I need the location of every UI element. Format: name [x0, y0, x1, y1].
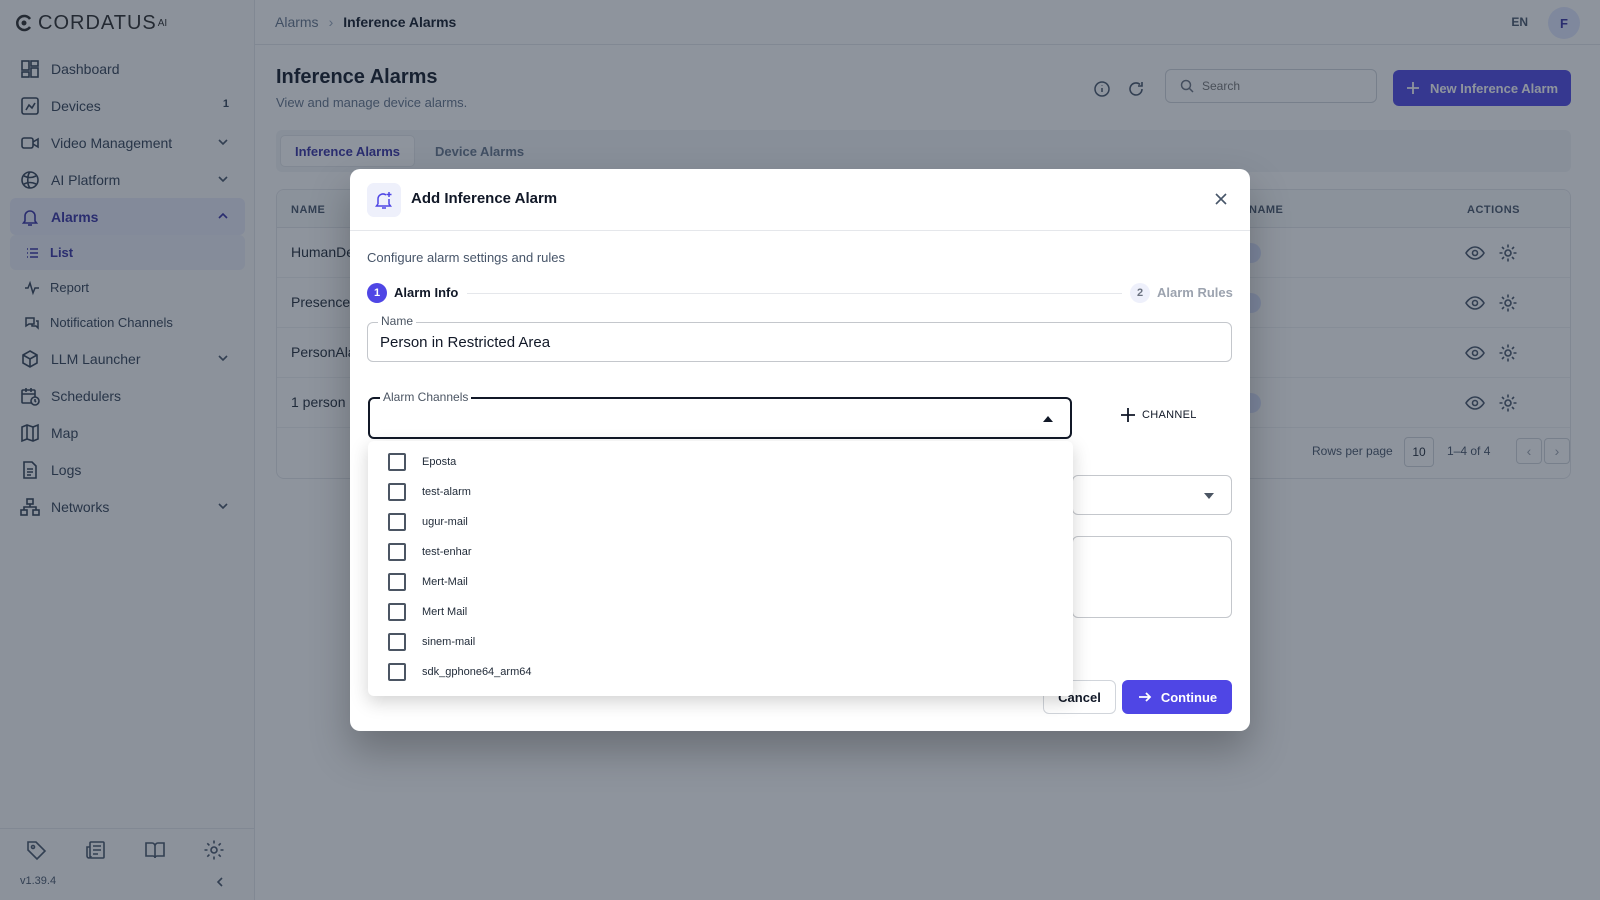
arrow-right-icon [1138, 692, 1152, 702]
channel-option[interactable]: ugur-mail [368, 507, 1073, 537]
channel-option[interactable]: Mert-Mail [368, 567, 1073, 597]
caret-up-icon [1043, 416, 1053, 422]
continue-label: Continue [1160, 689, 1218, 705]
name-field-value[interactable]: Person in Restricted Area [380, 334, 550, 351]
option-label: test-alarm [422, 486, 471, 498]
alarm-channels-select[interactable]: Alarm Channels [368, 390, 1072, 439]
alarm-channels-label: Alarm Channels [380, 390, 472, 404]
add-channel-button[interactable]: CHANNEL [1120, 407, 1197, 423]
checkbox[interactable] [388, 513, 406, 531]
description-textarea[interactable] [1072, 536, 1232, 618]
plus-icon [1121, 408, 1135, 422]
checkbox[interactable] [388, 543, 406, 561]
channel-option[interactable]: test-enhar [368, 537, 1073, 567]
dialog-title: Add Inference Alarm [411, 190, 558, 207]
checkbox[interactable] [388, 453, 406, 471]
alarm-channels-dropdown: Eposta test-alarm ugur-mail test-enhar M… [368, 441, 1073, 696]
step-1-label: Alarm Info [394, 285, 459, 300]
option-label: Eposta [422, 456, 457, 468]
close-icon[interactable] [1212, 190, 1230, 208]
checkbox[interactable] [388, 573, 406, 591]
option-label: ugur-mail [422, 516, 468, 528]
caret-down-icon [1204, 493, 1214, 499]
dialog-description: Configure alarm settings and rules [367, 250, 565, 265]
channel-option[interactable]: sinem-mail [368, 627, 1073, 657]
channel-option[interactable]: Mert Mail [368, 597, 1073, 627]
channel-option[interactable]: test-alarm [368, 477, 1073, 507]
checkbox[interactable] [388, 633, 406, 651]
step-connector [467, 293, 1122, 294]
dropdown-select[interactable] [1072, 475, 1232, 515]
dialog-header: Add Inference Alarm [350, 169, 1250, 231]
channel-option[interactable]: sdk_gphone64_arm64 [368, 657, 1073, 687]
option-label: Mert-Mail [422, 576, 468, 588]
checkbox[interactable] [388, 603, 406, 621]
checkbox[interactable] [388, 483, 406, 501]
step-1-indicator: 1 [367, 283, 387, 303]
name-field-label: Name [378, 314, 417, 328]
checkbox[interactable] [388, 663, 406, 681]
option-label: sinem-mail [422, 636, 476, 648]
option-label: sdk_gphone64_arm64 [422, 666, 532, 678]
name-field[interactable]: Name Person in Restricted Area [367, 314, 1232, 362]
option-label: test-enhar [422, 546, 472, 558]
add-channel-label: CHANNEL [1142, 409, 1197, 421]
channel-option[interactable]: Eposta [368, 447, 1073, 477]
continue-button[interactable]: Continue [1122, 680, 1232, 714]
step-2-label: Alarm Rules [1157, 285, 1233, 300]
step-2-indicator: 2 [1130, 283, 1150, 303]
option-label: Mert Mail [422, 606, 468, 618]
bell-plus-icon [367, 183, 401, 217]
